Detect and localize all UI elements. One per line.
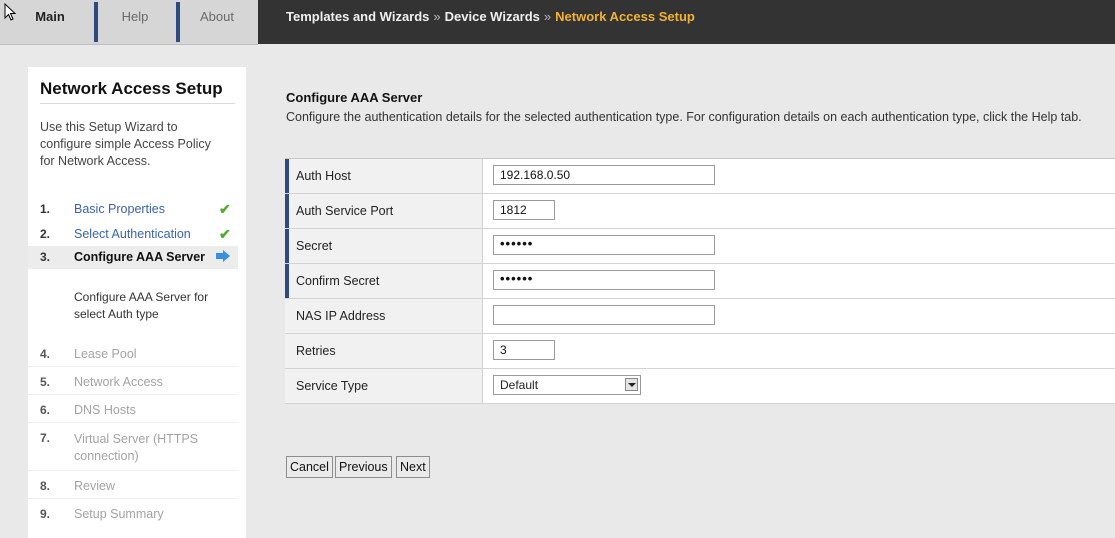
secret-input[interactable]: •••••• — [493, 235, 715, 255]
nas-ip-address-label: NAS IP Address — [296, 309, 386, 323]
step-label: Lease Pool — [74, 347, 137, 361]
auth-host-label: Auth Host — [296, 169, 351, 183]
chevron-down-icon[interactable] — [625, 378, 638, 391]
breadcrumb: Templates and Wizards» Device Wizards» Net… — [286, 0, 695, 34]
aaa-server-form: Auth Host 192.168.0.50 Auth Service Port… — [285, 158, 1115, 404]
step-label: Network Access — [74, 375, 163, 389]
step-number: 7. — [40, 431, 51, 445]
form-row-auth-host: Auth Host 192.168.0.50 — [285, 159, 1115, 194]
wizard-step-setup-summary: 9. Setup Summary — [28, 503, 238, 525]
form-row-auth-service-port: Auth Service Port 1812 — [285, 194, 1115, 229]
breadcrumb-separator: » — [543, 9, 552, 24]
breadcrumb-bar: Templates and Wizards» Device Wizards» Net… — [258, 0, 1115, 44]
top-bar: Main Help About Templates and Wizards» De… — [0, 0, 1115, 45]
retries-input[interactable]: 3 — [493, 340, 555, 360]
form-row-service-type: Service Type Default — [285, 369, 1115, 404]
service-type-label: Service Type — [296, 379, 369, 393]
breadcrumb-current-page: Network Access Setup — [555, 9, 695, 24]
previous-button[interactable]: Previous — [335, 456, 392, 478]
step-label: Setup Summary — [74, 507, 164, 521]
auth-service-port-input[interactable]: 1812 — [493, 200, 555, 220]
page-title: Configure AAA Server — [286, 90, 423, 105]
wizard-step-lease-pool: 4. Lease Pool — [28, 343, 238, 365]
wizard-step-virtual-server: 7. Virtual Server (HTTPS connection) — [28, 427, 238, 467]
next-button[interactable]: Next — [396, 456, 430, 478]
wizard-description: Use this Setup Wizard to configure simpl… — [40, 120, 211, 168]
wizard-step-review: 8. Review — [28, 475, 238, 497]
step-divider — [28, 498, 238, 499]
confirm-secret-label: Confirm Secret — [296, 274, 380, 288]
label-cell: Confirm Secret — [285, 264, 483, 298]
wizard-step-dns-hosts: 6. DNS Hosts — [28, 399, 238, 421]
wizard-panel: Network Access Setup Use this Setup Wiza… — [28, 67, 246, 538]
label-cell: Auth Service Port — [285, 194, 483, 228]
step-number: 8. — [40, 479, 51, 493]
step-label: Basic Properties — [74, 202, 166, 216]
step-divider — [28, 394, 238, 395]
service-type-select[interactable]: Default — [493, 375, 641, 395]
label-cell: Service Type — [285, 369, 483, 403]
auth-service-port-label: Auth Service Port — [296, 204, 394, 218]
check-icon: ✔ — [219, 201, 231, 217]
form-row-confirm-secret: Confirm Secret •••••• — [285, 264, 1115, 299]
page-description: Configure the authentication details for… — [286, 110, 1082, 124]
form-row-retries: Retries 3 — [285, 334, 1115, 369]
step-divider — [28, 470, 238, 471]
wizard-step-network-access: 5. Network Access — [28, 371, 238, 393]
form-row-secret: Secret •••••• — [285, 229, 1115, 264]
right-arrow-icon — [215, 249, 231, 266]
step-label: DNS Hosts — [74, 403, 136, 417]
step-divider — [28, 422, 238, 423]
service-type-value: Default — [500, 378, 539, 392]
cancel-button[interactable]: Cancel — [286, 456, 333, 478]
tab-strip: Main Help About — [0, 0, 258, 45]
label-cell: Secret — [285, 229, 483, 263]
retries-label: Retries — [296, 344, 336, 358]
label-cell: Auth Host — [285, 159, 483, 193]
tab-main[interactable]: Main — [18, 0, 82, 40]
breadcrumb-device-wizards[interactable]: Device Wizards — [445, 9, 540, 24]
step-number: 9. — [40, 507, 51, 521]
label-cell: NAS IP Address — [285, 299, 483, 333]
step-number: 4. — [40, 347, 51, 361]
step-number: 3. — [40, 250, 51, 264]
check-icon: ✔ — [219, 226, 231, 242]
step-number: 5. — [40, 375, 51, 389]
tab-help[interactable]: Help — [98, 0, 172, 40]
wizard-step-configure-aaa-server: 3. Configure AAA Server — [28, 246, 238, 269]
breadcrumb-separator: » — [433, 9, 441, 24]
form-row-nas-ip-address: NAS IP Address — [285, 299, 1115, 334]
nas-ip-address-input[interactable] — [493, 305, 715, 325]
step-divider — [28, 366, 238, 367]
pointer-cursor-icon — [4, 2, 17, 24]
step-label: Configure AAA Server — [74, 250, 206, 264]
confirm-secret-input[interactable]: •••••• — [493, 270, 715, 290]
step-label: Review — [74, 479, 115, 493]
breadcrumb-templates-and-wizards[interactable]: Templates and Wizards — [286, 9, 429, 24]
step-number: 1. — [40, 202, 51, 216]
auth-host-input[interactable]: 192.168.0.50 — [493, 165, 715, 185]
label-cell: Retries — [285, 334, 483, 368]
wizard-step-basic-properties[interactable]: 1. Basic Properties ✔ — [28, 198, 238, 220]
current-step-description: Configure AAA Server for select Auth typ… — [74, 290, 209, 321]
wizard-title: Network Access Setup — [40, 79, 235, 104]
step-number: 2. — [40, 227, 51, 241]
step-label: Select Authentication — [74, 227, 191, 241]
step-number: 6. — [40, 403, 51, 417]
step-label: Virtual Server (HTTPS connection) — [74, 432, 199, 463]
secret-label: Secret — [296, 239, 333, 253]
tab-about[interactable]: About — [180, 0, 254, 40]
wizard-step-select-authentication[interactable]: 2. Select Authentication ✔ — [28, 223, 238, 245]
